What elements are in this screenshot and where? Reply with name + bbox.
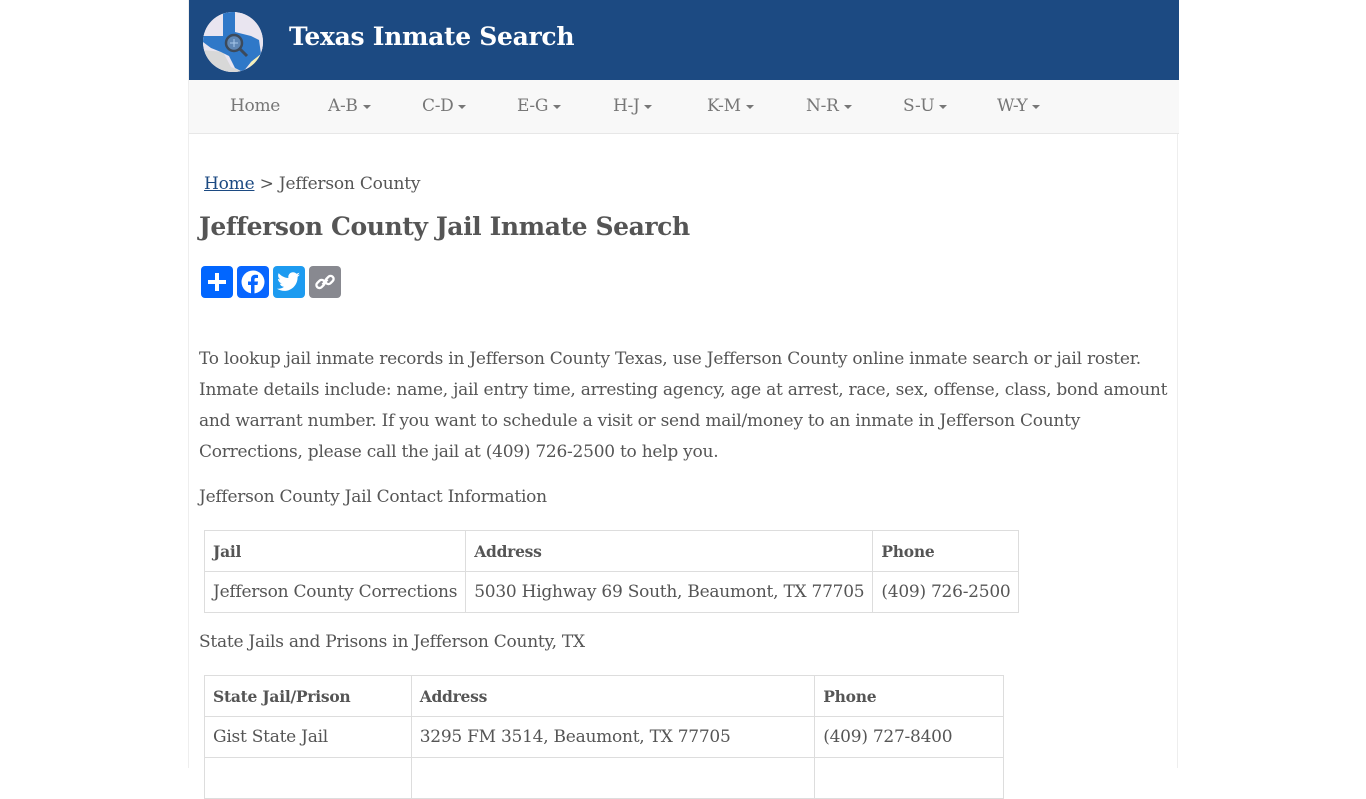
caret-down-icon [843,104,852,109]
nav-dropdown-a-b[interactable]: A-B [328,96,371,116]
contact-table: Jail Address Phone Jefferson County Corr… [203,530,1020,613]
column-header: State Jail/Prison [204,675,412,717]
table-row [204,757,1004,799]
caret-down-icon [745,104,754,109]
nav-home[interactable]: Home [230,96,280,116]
nav-dropdown-c-d[interactable]: C-D [422,96,467,116]
nav-label: K-M [707,96,741,116]
column-header: Jail [203,530,467,572]
prison-name-cell [204,757,412,799]
link-icon [315,274,335,290]
state-jails-table: State Jail/Prison Address Phone Gist Sta… [204,675,1004,799]
nav-dropdown-n-r[interactable]: N-R [806,96,852,116]
plus-icon [208,273,226,291]
nav-dropdown-k-m[interactable]: K-M [707,96,754,116]
phone-cell [814,757,1004,799]
address-cell: 5030 Highway 69 South, Beaumont, TX 7770… [465,571,874,613]
nav-label: A-B [328,96,358,116]
facebook-icon [241,270,265,294]
column-header: Address [410,675,816,717]
caret-down-icon [458,104,467,109]
page-title: Jefferson County Jail Inmate Search [199,212,690,241]
address-cell [410,757,816,799]
share-button[interactable] [201,266,233,298]
phone-cell: (409) 726-2500 [872,571,1020,613]
twitter-share-button[interactable] [273,266,305,298]
nav-label: H-J [613,96,640,116]
nav-label: S-U [903,96,935,116]
nav-label: W-Y [997,96,1028,116]
breadcrumb-separator: > [254,174,279,194]
main-nav: Home A-B C-D E-G H-J K-M N-R S-U W-Y [189,80,1179,134]
nav-dropdown-h-j[interactable]: H-J [613,96,653,116]
table-row: Jefferson County Corrections 5030 Highwa… [203,571,1020,613]
column-header: Phone [872,530,1020,572]
caret-down-icon [553,104,562,109]
share-buttons [201,266,341,298]
caret-down-icon [362,104,371,109]
texas-map-logo-icon[interactable] [203,12,263,72]
state-jails-heading: State Jails and Prisons in Jefferson Cou… [199,632,585,652]
contact-heading: Jefferson County Jail Contact Informatio… [199,487,547,507]
caret-down-icon [644,104,653,109]
site-title[interactable]: Texas Inmate Search [289,22,575,51]
table-row: Gist State Jail 3295 FM 3514, Beaumont, … [204,716,1004,758]
column-header: Phone [814,675,1004,717]
column-header: Address [465,530,874,572]
nav-label: E-G [517,96,549,116]
breadcrumb: Home > Jefferson County [204,174,420,194]
nav-label: N-R [806,96,839,116]
twitter-icon [277,272,300,291]
facebook-share-button[interactable] [237,266,269,298]
nav-label: Home [230,96,281,116]
breadcrumb-current: Jefferson County [278,174,421,194]
caret-down-icon [1032,104,1041,109]
table-header-row: State Jail/Prison Address Phone [204,675,1004,717]
nav-label: C-D [422,96,454,116]
breadcrumb-home-link[interactable]: Home [204,174,255,194]
page-container: Texas Inmate Search Home A-B C-D E-G H-J… [188,0,1179,799]
caret-down-icon [939,104,948,109]
copy-link-button[interactable] [309,266,341,298]
nav-dropdown-e-g[interactable]: E-G [517,96,562,116]
address-cell: 3295 FM 3514, Beaumont, TX 77705 [410,716,816,758]
site-header: Texas Inmate Search [189,0,1179,80]
table-header-row: Jail Address Phone [203,530,1020,572]
jail-name-cell: Jefferson County Corrections [203,571,467,613]
intro-paragraph: To lookup jail inmate records in Jeffers… [199,349,1168,462]
nav-dropdown-s-u[interactable]: S-U [903,96,948,116]
phone-cell: (409) 727-8400 [814,716,1004,758]
prison-name-cell: Gist State Jail [204,716,412,758]
nav-dropdown-w-y[interactable]: W-Y [997,96,1041,116]
